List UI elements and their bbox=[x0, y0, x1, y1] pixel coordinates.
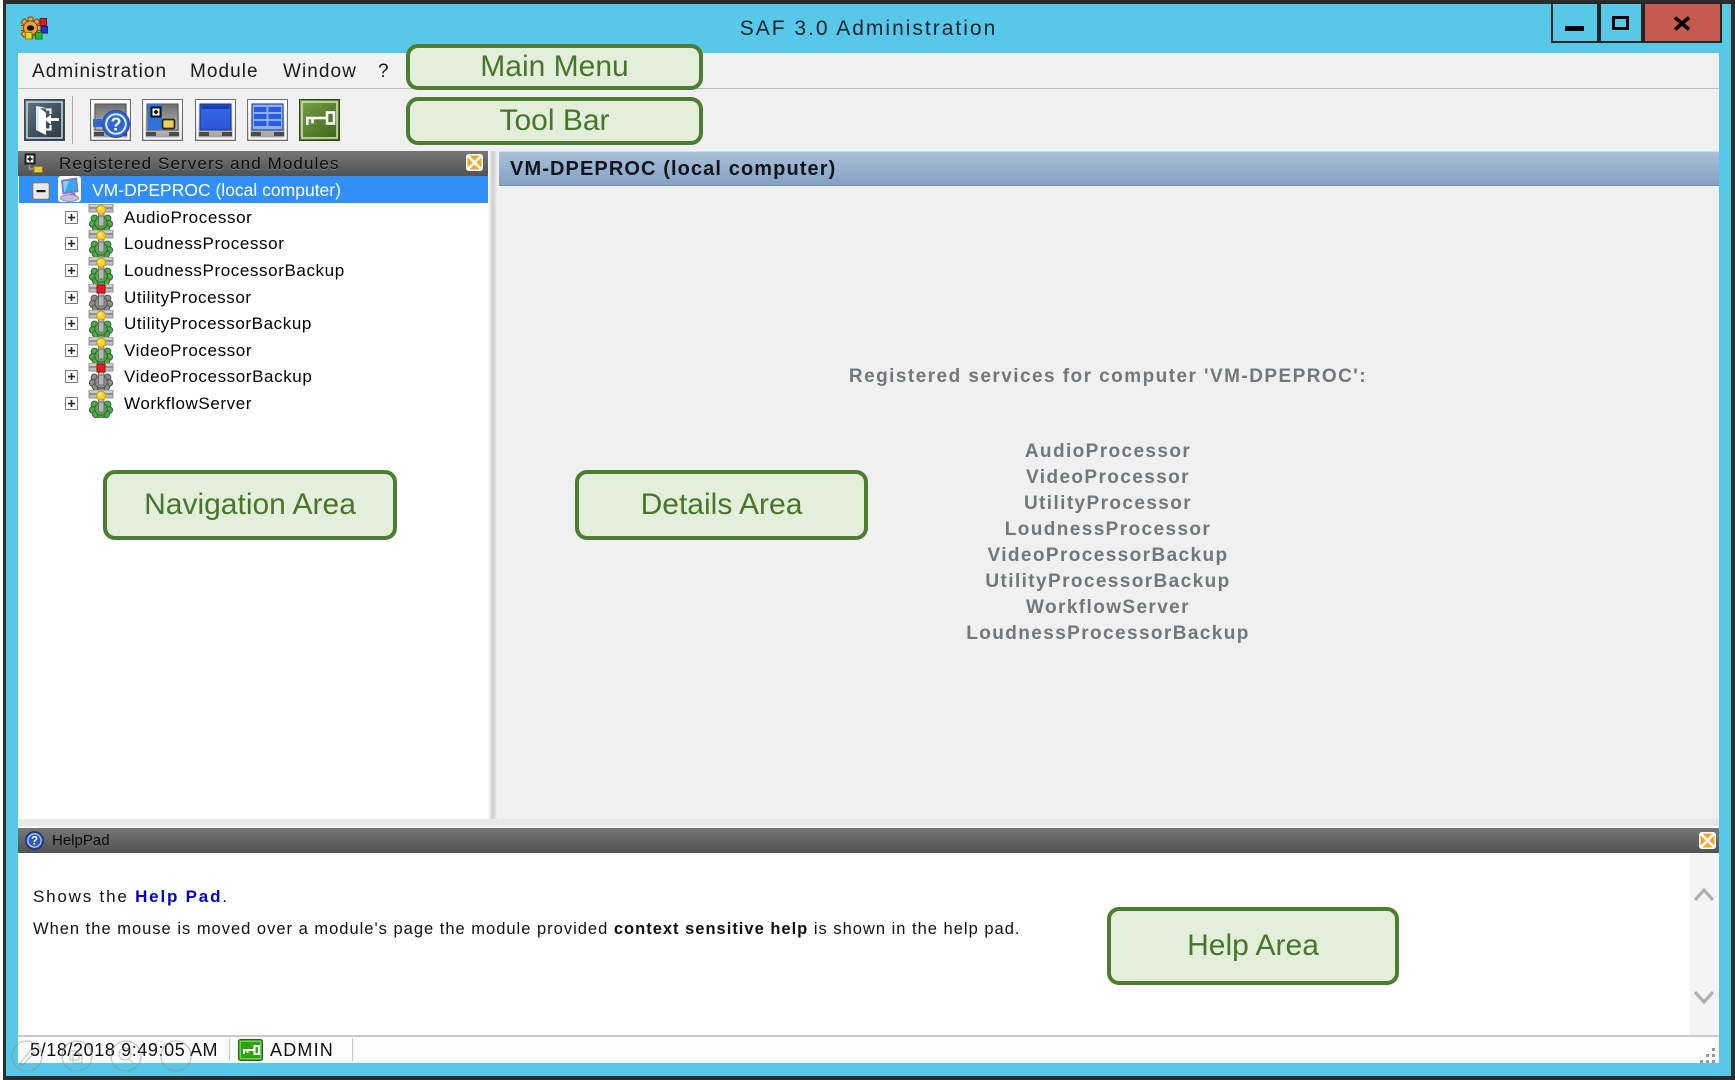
svg-text:?: ? bbox=[111, 115, 122, 135]
svg-text:?: ? bbox=[31, 836, 38, 848]
